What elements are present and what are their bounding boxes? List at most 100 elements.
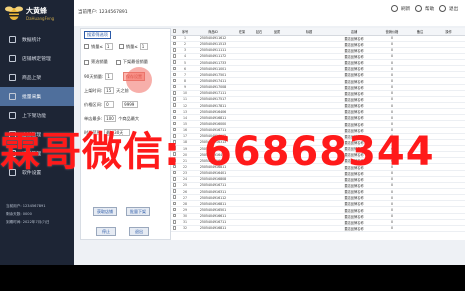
refresh-icon <box>391 5 398 12</box>
sales-max-input[interactable]: 1 <box>139 43 148 50</box>
batch-delist-button[interactable]: 批量下架 <box>126 207 150 216</box>
account-days: 剩余天数: 0000 <box>6 212 32 216</box>
table-row[interactable]: 32 2505404916811 要店品牌名称 0 <box>171 225 465 233</box>
col-note: 备注 <box>408 28 432 36</box>
stop-button[interactable]: 停止 <box>96 227 116 236</box>
account-info: 当前用户: 1234567891 剩余天数: 0000 到期时间: 2022年7… <box>6 202 50 226</box>
account-expiry: 到期时间: 2022年7月(?)日 <box>6 220 50 224</box>
exit-label: 退出 <box>449 6 459 12</box>
sales-min-label: 销量≤ <box>91 43 103 49</box>
current-user: 当前用户: 1234567891 <box>78 10 128 15</box>
select-all-header[interactable] <box>171 28 178 36</box>
sidebar-item-label: 商品上架 <box>22 76 42 81</box>
row-checkbox[interactable] <box>172 35 177 40</box>
row-shop: 要店品牌名称 <box>332 225 376 233</box>
sales90-row: 90天销量: 1 <box>84 73 114 80</box>
max-per-shop-unit: 个商品最大 <box>118 115 140 121</box>
row-checkbox[interactable] <box>172 207 177 212</box>
row-checkbox[interactable] <box>172 66 177 71</box>
upload-icon <box>9 74 16 81</box>
row-checkbox[interactable] <box>172 97 177 101</box>
collect-icon <box>9 93 16 100</box>
listing-time-row: 上架时间: 15 天之前 <box>84 87 129 94</box>
account-user: 当前用户: 1234567891 <box>6 204 46 208</box>
select-all-checkbox[interactable] <box>172 29 177 33</box>
help-icon <box>415 5 422 12</box>
sales-max-checkbox[interactable] <box>118 44 124 49</box>
row-checkbox[interactable] <box>172 84 177 89</box>
app-subtitle: DaHuangFeng <box>26 16 55 21</box>
max-per-shop-input[interactable]: 100 <box>104 115 117 122</box>
row-checkbox[interactable] <box>172 103 177 107</box>
row-checkbox[interactable] <box>172 201 177 206</box>
row-checkbox[interactable] <box>172 48 177 52</box>
row-checkbox[interactable] <box>172 109 177 113</box>
sidebar-item-stats[interactable]: 数据统计 <box>0 30 74 49</box>
sales-min-input[interactable]: 1 <box>104 43 113 50</box>
row-checkbox[interactable] <box>172 72 177 77</box>
lowest-sales-checkbox[interactable] <box>115 59 121 65</box>
row-select-cell[interactable] <box>171 225 178 233</box>
sales90-input[interactable]: 1 <box>105 73 114 80</box>
sales-filter-row: 销量≤ 1 销量≤ 1 <box>84 43 148 50</box>
quit-button[interactable]: 退出 <box>129 227 149 236</box>
filter-sales-label: 筛选销量 <box>91 59 108 64</box>
watermark-number: 66868344 <box>203 129 435 175</box>
row-checkbox[interactable] <box>172 91 177 95</box>
exit-button[interactable]: 退出 <box>439 5 458 12</box>
check-row: 筛选销量 下架最低销量 <box>84 59 148 65</box>
max-per-shop-row: 单店最多: 100 个商品最大 <box>84 115 139 122</box>
sidebar-item-batch-collect[interactable]: 批量采集 <box>0 87 74 106</box>
sidebar-item-label: 数据统计 <box>22 38 42 43</box>
row-checkbox[interactable] <box>172 195 177 199</box>
sidebar-item-label: 上下架功能 <box>22 114 46 119</box>
price-max-input[interactable]: 9999 <box>122 101 139 108</box>
price-range-row: 价格区间: 0 9999 <box>84 101 139 108</box>
row-checkbox[interactable] <box>172 220 177 224</box>
filter-sales-checkbox[interactable] <box>84 59 89 65</box>
app-title: 大黄蜂 <box>26 7 47 15</box>
watermark-text: 霖哥微信: 66868344 <box>0 126 465 178</box>
row-checkbox[interactable] <box>172 121 177 126</box>
row-note <box>408 225 432 233</box>
lowest-sales-label: 下架最低销量 <box>122 59 148 64</box>
row-checkbox[interactable] <box>172 60 177 64</box>
row-product-id: 2505404916811 <box>192 225 234 233</box>
sales-min-checkbox[interactable] <box>84 44 89 49</box>
table-header-row: 序号 商品ID 在架 钻石 品质 标题 店铺 营销价格 备注 操作 <box>171 28 465 36</box>
sidebar-item-up-down[interactable]: 上下架功能 <box>0 106 74 125</box>
col-product-id: 商品ID <box>192 28 234 36</box>
row-diamond <box>250 225 268 233</box>
refresh-button[interactable]: 刷新 <box>391 5 410 12</box>
row-checkbox[interactable] <box>172 78 177 83</box>
row-checkbox[interactable] <box>172 189 177 193</box>
refresh-label: 刷新 <box>401 6 411 12</box>
listing-time-input[interactable]: 15 <box>104 87 115 94</box>
help-button[interactable]: 帮助 <box>415 5 434 12</box>
col-shop: 店铺 <box>332 28 376 36</box>
help-label: 帮助 <box>425 6 435 12</box>
sidebar-item-listing[interactable]: 商品上架 <box>0 68 74 87</box>
sidebar-item-shop-binding[interactable]: 店铺绑定管理 <box>0 49 74 68</box>
sales90-label: 90天销量: <box>84 73 104 79</box>
max-per-shop-label: 单店最多: <box>84 115 103 121</box>
col-action: 操作 <box>432 28 465 36</box>
row-index: 32 <box>178 225 192 233</box>
watermark-chinese: 霖哥微信: <box>0 129 181 175</box>
row-checkbox[interactable] <box>172 226 177 230</box>
col-quality: 品质 <box>268 28 286 36</box>
app-logo: 大黄蜂 DaHuangFeng <box>4 2 74 28</box>
row-checkbox[interactable] <box>172 183 177 187</box>
row-title <box>286 225 332 233</box>
sidebar-item-label: 店铺绑定管理 <box>22 57 51 62</box>
listing-time-unit: 天之前 <box>116 87 129 93</box>
sales-max-label: 销量≤ <box>125 43 138 49</box>
row-checkbox[interactable] <box>172 41 177 46</box>
row-checkbox[interactable] <box>172 115 177 120</box>
col-index: 序号 <box>178 28 192 36</box>
listing-time-label: 上架时间: <box>84 87 103 93</box>
price-min-input[interactable]: 0 <box>104 101 115 108</box>
get-shops-button[interactable]: 获取店铺 <box>93 207 117 216</box>
row-checkbox[interactable] <box>172 213 177 218</box>
row-checkbox[interactable] <box>172 54 177 58</box>
